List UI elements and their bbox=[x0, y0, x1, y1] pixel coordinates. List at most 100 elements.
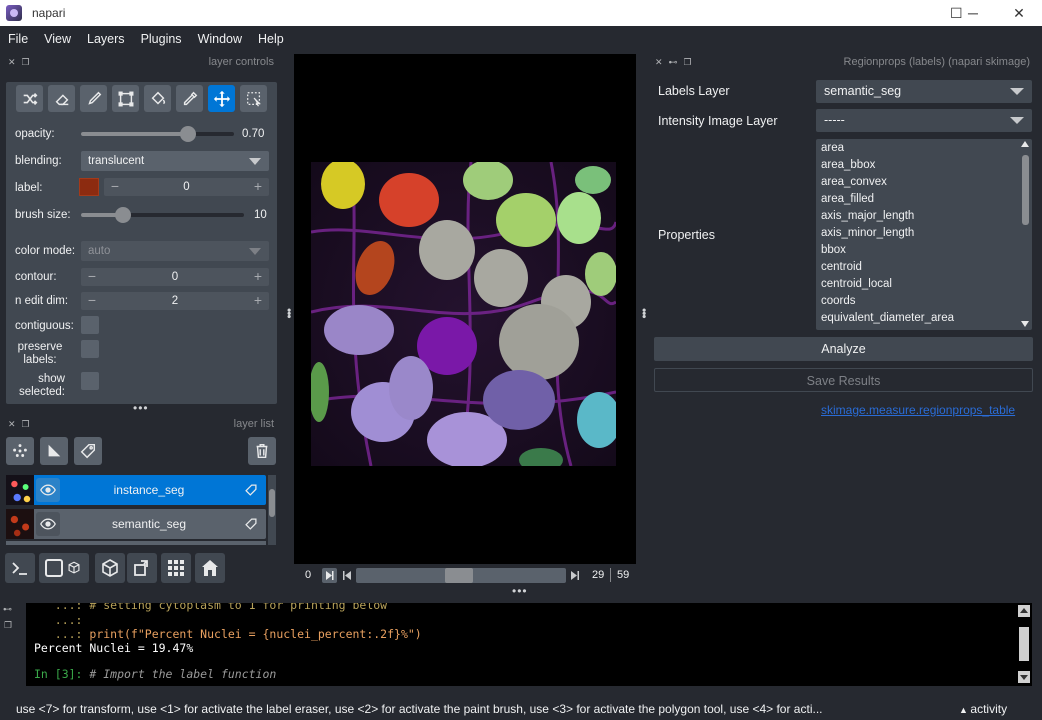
list-item[interactable]: axis_minor_length bbox=[816, 225, 1032, 242]
n-edit-dim-spinbox[interactable]: − 2 + bbox=[81, 292, 269, 310]
scrollbar-thumb[interactable] bbox=[269, 489, 275, 517]
console-float-icon[interactable]: ⊷ bbox=[3, 604, 12, 615]
color-picker-button[interactable] bbox=[176, 85, 203, 112]
ipython-console[interactable]: ...: # setting cytoplasm to 1 for printi… bbox=[26, 603, 1032, 686]
opacity-slider-handle[interactable] bbox=[180, 126, 197, 142]
scroll-down-icon[interactable] bbox=[1021, 321, 1029, 327]
paint-brush-button[interactable] bbox=[80, 85, 107, 112]
labels-layer-combo[interactable]: semantic_seg bbox=[816, 80, 1032, 103]
visibility-toggle[interactable] bbox=[36, 478, 60, 502]
console-dock-icon[interactable]: ❐ bbox=[4, 620, 12, 631]
menu-layers[interactable]: Layers bbox=[79, 26, 133, 52]
transpose-dims-button[interactable] bbox=[127, 553, 157, 583]
activity-button[interactable]: ▲ activity bbox=[959, 702, 1007, 716]
grid-view-button[interactable] bbox=[161, 553, 191, 583]
plus-icon[interactable]: + bbox=[249, 178, 267, 196]
brush-slider-handle[interactable] bbox=[115, 207, 132, 223]
scroll-up-icon[interactable] bbox=[1018, 605, 1030, 617]
reset-view-button[interactable] bbox=[195, 553, 225, 583]
visibility-toggle[interactable] bbox=[36, 512, 60, 536]
list-item[interactable]: area_filled bbox=[816, 191, 1032, 208]
eraser-button[interactable] bbox=[48, 85, 75, 112]
plus-icon[interactable]: + bbox=[249, 268, 267, 286]
list-item[interactable]: equivalent_diameter_area bbox=[816, 310, 1032, 327]
shuffle-colors-button[interactable] bbox=[16, 85, 43, 112]
polygon-tool-button[interactable] bbox=[112, 85, 139, 112]
dock-float-icon[interactable]: ❐ bbox=[22, 419, 30, 430]
maximize-button[interactable]: ☐ bbox=[950, 0, 996, 26]
close-button[interactable]: ✕ bbox=[996, 0, 1042, 26]
console-scrollbar[interactable] bbox=[1018, 605, 1030, 683]
show-selected-checkbox[interactable] bbox=[81, 372, 99, 390]
menu-window[interactable]: Window bbox=[190, 26, 250, 52]
layer-name[interactable]: semantic_seg bbox=[62, 509, 236, 539]
dock-close-icon[interactable]: ✕ bbox=[655, 57, 663, 68]
layer-row-semantic-seg[interactable]: semantic_seg bbox=[6, 509, 266, 539]
intensity-layer-combo[interactable]: ----- bbox=[816, 109, 1032, 132]
regionprops-docs-link[interactable]: skimage.measure.regionprops_table bbox=[821, 403, 1015, 417]
dock-float-icon[interactable]: ❐ bbox=[684, 57, 692, 68]
step-back-button[interactable] bbox=[342, 568, 352, 583]
intensity-layer-value: ----- bbox=[824, 113, 845, 127]
ndisplay-toggle-button[interactable] bbox=[39, 553, 89, 583]
pan-zoom-button[interactable] bbox=[208, 85, 235, 112]
contiguous-checkbox[interactable] bbox=[81, 316, 99, 334]
delete-layer-button[interactable] bbox=[248, 437, 276, 465]
save-results-button[interactable]: Save Results bbox=[654, 368, 1033, 392]
scroll-up-icon[interactable] bbox=[1021, 141, 1029, 147]
new-labels-layer-button[interactable] bbox=[74, 437, 102, 465]
scrollbar-thumb[interactable] bbox=[1022, 155, 1029, 225]
menu-help[interactable]: Help bbox=[250, 26, 292, 52]
list-item[interactable]: area_convex bbox=[816, 174, 1032, 191]
dims-slider[interactable] bbox=[356, 568, 566, 583]
scroll-down-icon[interactable] bbox=[1018, 671, 1030, 683]
list-item[interactable]: axis_major_length bbox=[816, 208, 1032, 225]
properties-scrollbar[interactable] bbox=[1019, 139, 1031, 330]
dock-close-icon[interactable]: ✕ bbox=[8, 419, 16, 430]
dock-close-icon[interactable]: ✕ bbox=[8, 57, 16, 68]
menu-file[interactable]: File bbox=[0, 26, 36, 52]
properties-list[interactable]: area area_bbox area_convex area_filled a… bbox=[816, 139, 1032, 330]
label-spinbox[interactable]: − 0 + bbox=[104, 178, 269, 196]
analyze-button[interactable]: Analyze bbox=[654, 337, 1033, 361]
menu-plugins[interactable]: Plugins bbox=[133, 26, 190, 52]
list-item[interactable]: centroid bbox=[816, 259, 1032, 276]
list-item[interactable]: centroid_local bbox=[816, 276, 1032, 293]
right-splitter-handle[interactable]: ••• bbox=[637, 308, 651, 318]
vertical-splitter-handle[interactable]: ••• bbox=[133, 401, 149, 415]
list-item[interactable]: coords bbox=[816, 293, 1032, 310]
shapes-icon bbox=[48, 444, 61, 457]
new-points-layer-button[interactable] bbox=[6, 437, 34, 465]
fill-bucket-button[interactable] bbox=[144, 85, 171, 112]
plus-icon[interactable]: + bbox=[249, 292, 267, 310]
dock-pin-icon[interactable]: ⊷ bbox=[669, 57, 678, 68]
menu-view[interactable]: View bbox=[36, 26, 79, 52]
color-mode-combo[interactable]: auto bbox=[81, 241, 269, 261]
list-item[interactable]: bbox bbox=[816, 242, 1032, 259]
dims-current-value[interactable]: 29 bbox=[592, 569, 604, 581]
layer-name[interactable]: instance_seg bbox=[62, 475, 236, 505]
brush-size-slider[interactable] bbox=[81, 207, 244, 223]
list-item[interactable]: area bbox=[816, 140, 1032, 157]
list-item[interactable]: area_bbox bbox=[816, 157, 1032, 174]
transform-button[interactable] bbox=[240, 85, 267, 112]
labels-layer-tag-icon bbox=[245, 518, 257, 530]
layer-row-instance-seg[interactable]: instance_seg bbox=[6, 475, 266, 505]
console-toggle-button[interactable] bbox=[5, 553, 35, 583]
blending-combo[interactable]: translucent bbox=[81, 151, 269, 171]
step-forward-button[interactable] bbox=[570, 568, 580, 583]
opacity-slider[interactable] bbox=[81, 126, 234, 142]
chevron-down-icon bbox=[1010, 117, 1024, 124]
contour-spinbox[interactable]: − 0 + bbox=[81, 268, 269, 286]
dock-float-icon[interactable]: ❐ bbox=[22, 57, 30, 68]
roll-dims-button[interactable] bbox=[95, 553, 125, 583]
dims-slider-handle[interactable] bbox=[444, 568, 473, 583]
preserve-labels-checkbox[interactable] bbox=[81, 340, 99, 358]
layer-list-scrollbar[interactable] bbox=[268, 475, 276, 545]
new-shapes-layer-button[interactable] bbox=[40, 437, 68, 465]
label-color-swatch[interactable] bbox=[79, 178, 99, 196]
play-button[interactable] bbox=[322, 568, 337, 583]
viewer-canvas[interactable] bbox=[294, 54, 636, 564]
console-splitter-handle[interactable]: ••• bbox=[512, 584, 528, 598]
scrollbar-thumb[interactable] bbox=[1019, 627, 1029, 661]
